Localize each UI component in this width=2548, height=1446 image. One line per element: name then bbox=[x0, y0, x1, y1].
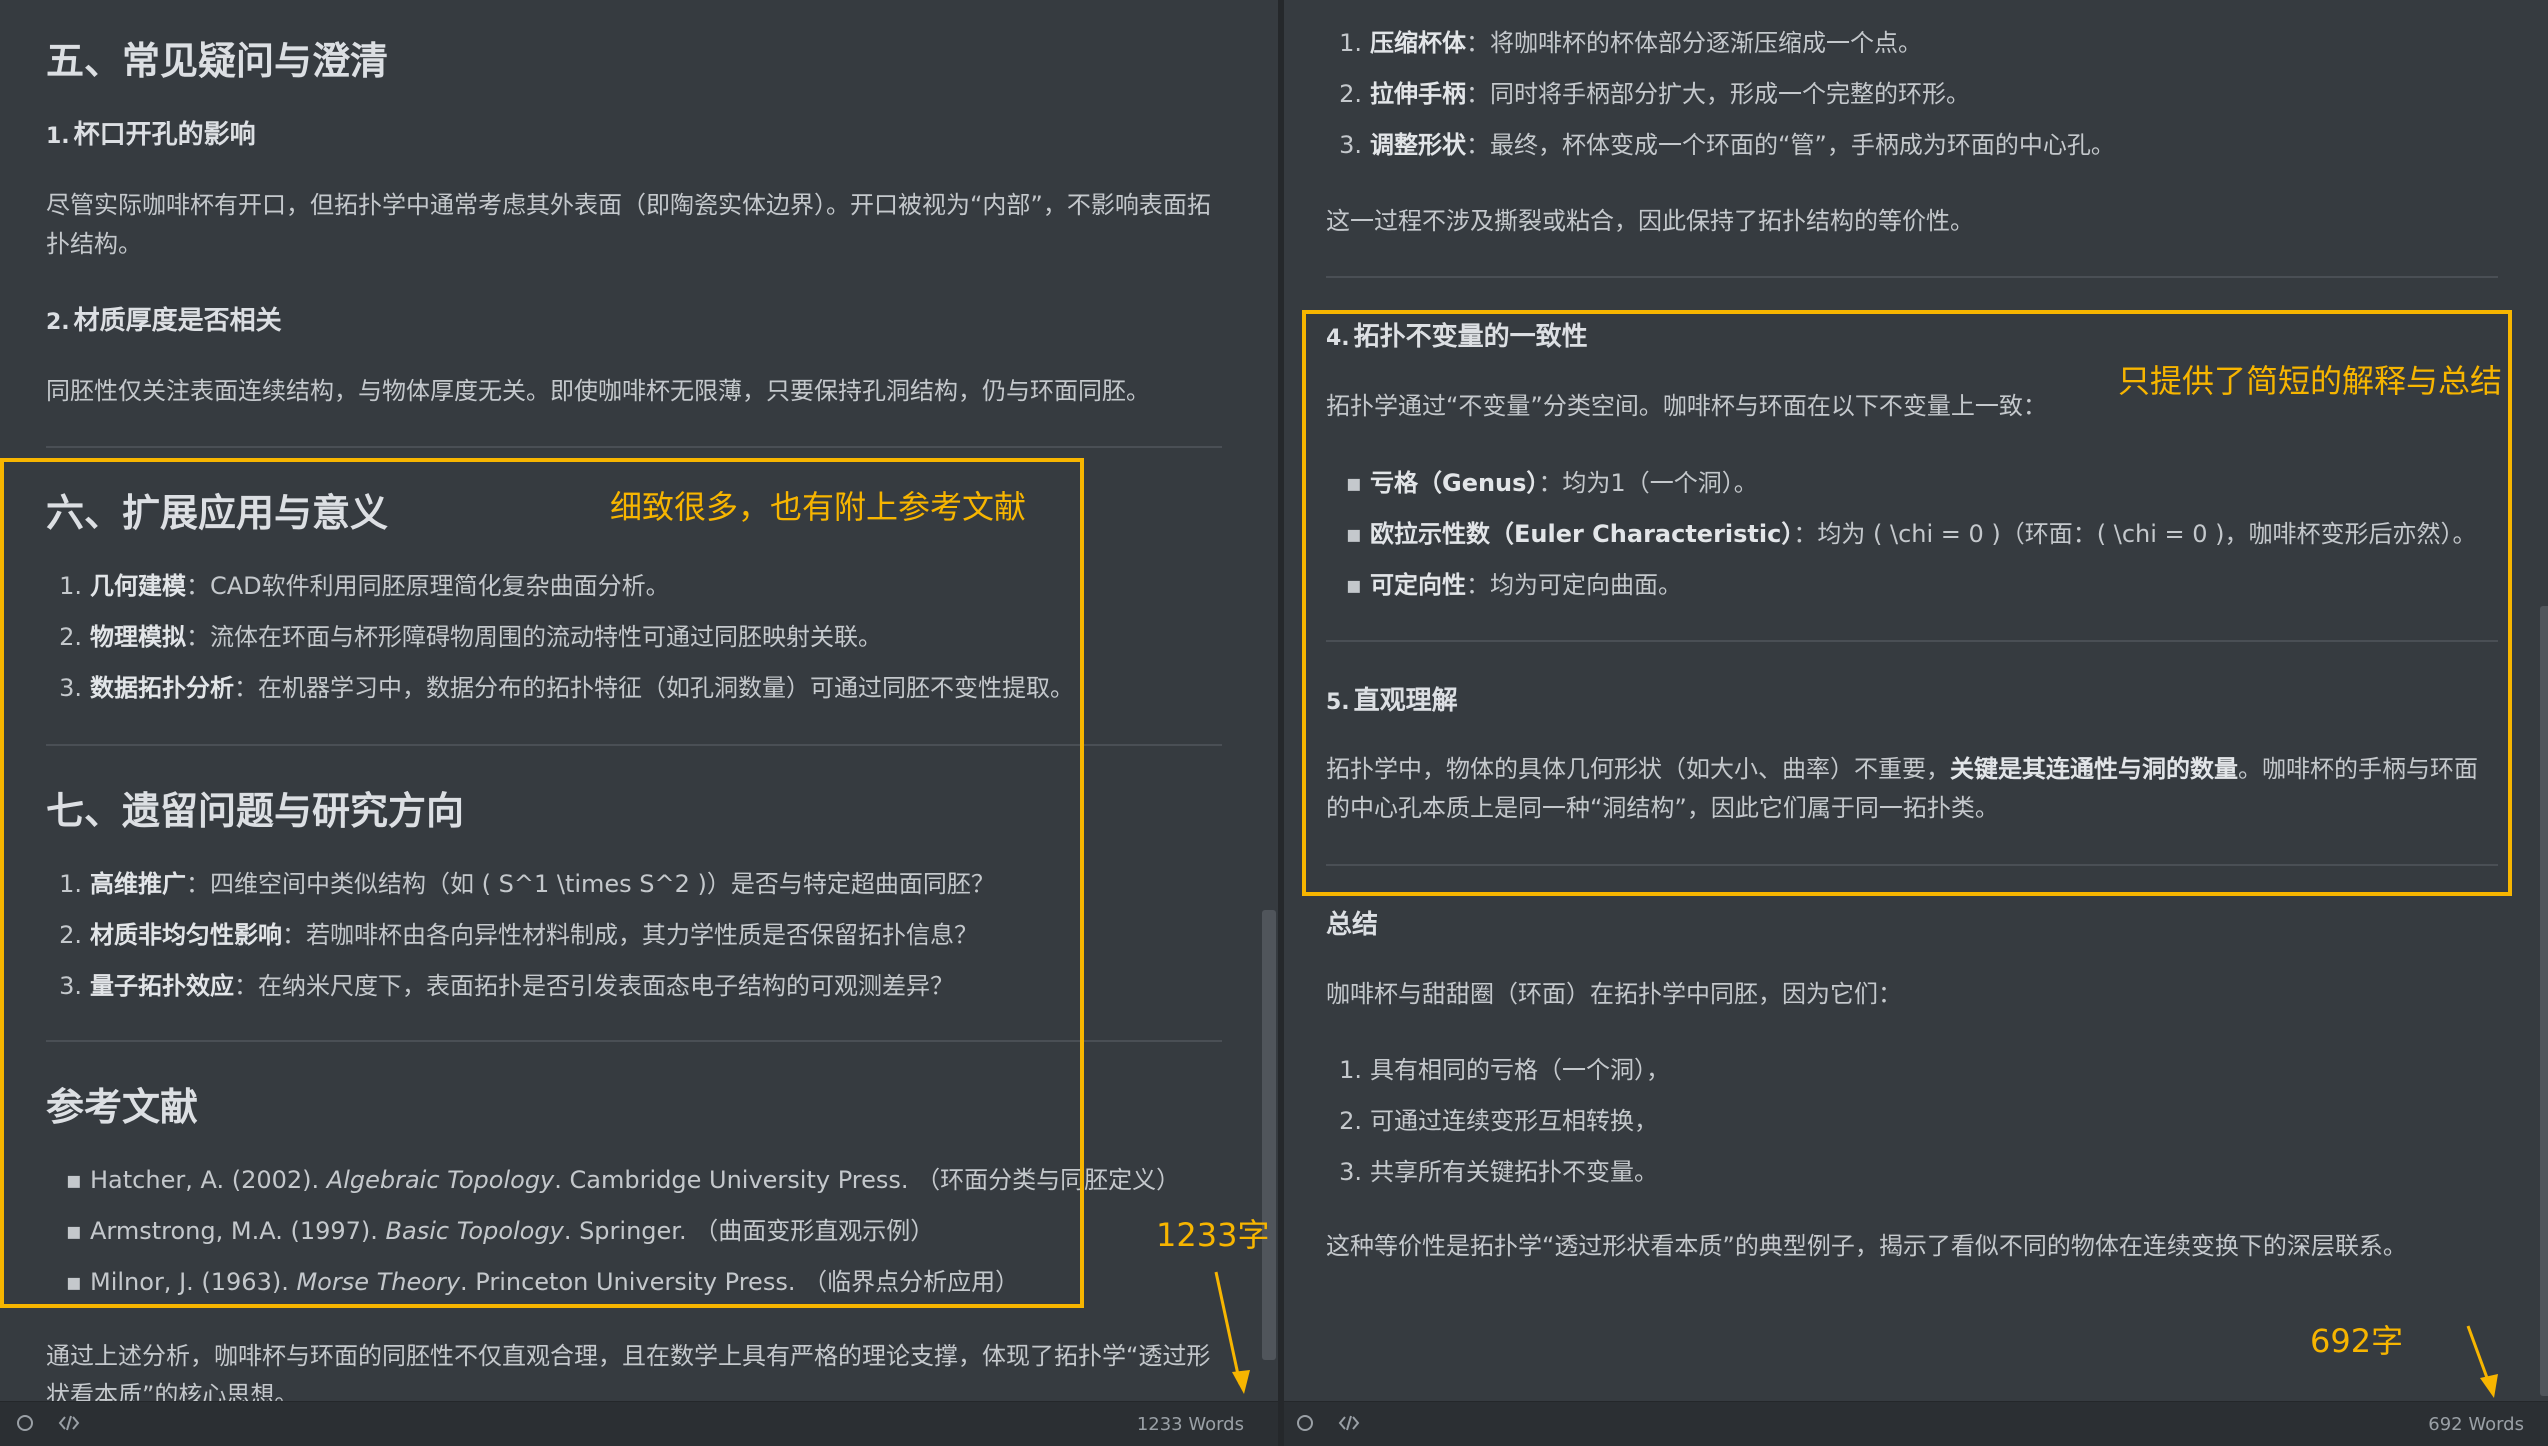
heading-q2: 2. 材质厚度是否相关 bbox=[46, 306, 282, 336]
annotation-label: 细致很多，也有附上参考文献 bbox=[610, 488, 1027, 526]
left-editor-pane[interactable]: 五、常见疑问与澄清 1. 杯口开孔的影响 尽管实际咖啡杯有开口，但拓扑学中通常考虑… bbox=[0, 0, 1278, 1446]
paragraph-summary-intro: 咖啡杯与甜甜圈（环面）在拓扑学中同胚，因为它们： bbox=[1326, 980, 1902, 1008]
annotation-box bbox=[0, 458, 1084, 1308]
list-item: 1. 压缩杯体：将咖啡杯的杯体部分逐渐压缩成一个点。 bbox=[1339, 29, 1922, 57]
word-count[interactable]: 692 Words bbox=[2428, 1414, 2524, 1435]
code-icon[interactable] bbox=[58, 1412, 80, 1434]
paragraph-q2: 同胚性仅关注表面连续结构，与物体厚度无关。即使咖啡杯无限薄，只要保持孔洞结构，仍… bbox=[46, 377, 1150, 405]
right-status-bar: 692 Words bbox=[1284, 1401, 2548, 1446]
code-icon[interactable] bbox=[1338, 1412, 1360, 1434]
circle-icon[interactable] bbox=[1294, 1412, 1316, 1434]
paragraph-steps-note: 这一过程不涉及撕裂或粘合，因此保持了拓扑结构的等价性。 bbox=[1326, 207, 1974, 235]
word-count[interactable]: 1233 Words bbox=[1137, 1414, 1244, 1435]
list-item: 2. 可通过连续变形互相转换， bbox=[1339, 1107, 1658, 1135]
annotation-label: 只提供了简短的解释与总结 bbox=[2118, 362, 2503, 400]
word-count-annotation: 1233字 bbox=[1156, 1216, 1270, 1254]
paragraph-q1: 尽管实际咖啡杯有开口，但拓扑学中通常考虑其外表面（即陶瓷实体边界）。开口被视为“… bbox=[46, 191, 1211, 258]
list-item: 1. 具有相同的亏格（一个洞）， bbox=[1339, 1056, 1670, 1084]
paragraph-summary-closing: 这种等价性是拓扑学“透过形状看本质”的典型例子，揭示了看似不同的物体在连续变换下… bbox=[1326, 1232, 2407, 1260]
heading-q1: 1. 杯口开孔的影响 bbox=[46, 120, 256, 150]
divider bbox=[46, 446, 1222, 448]
circle-icon[interactable] bbox=[14, 1412, 36, 1434]
list-item: 3. 共享所有关键拓扑不变量。 bbox=[1339, 1158, 1658, 1186]
scrollbar-thumb[interactable] bbox=[2540, 606, 2548, 1396]
arrow-icon bbox=[1214, 1271, 1250, 1394]
divider bbox=[1326, 276, 2498, 278]
scrollbar-thumb[interactable] bbox=[1262, 910, 1276, 1360]
heading-summary: 总结 bbox=[1326, 910, 1379, 940]
list-item: 3. 调整形状：最终，杯体变成一个环面的“管”，手柄成为环面的中心孔。 bbox=[1339, 131, 2115, 159]
list-item: 2. 拉伸手柄：同时将手柄部分扩大，形成一个完整的环形。 bbox=[1339, 80, 1970, 108]
list-summary: 1. 具有相同的亏格（一个洞）， 2. 可通过连续变形互相转换， 3. 共享所有关键拓… bbox=[1326, 1045, 2498, 1198]
left-status-bar: 1233 Words bbox=[0, 1401, 1278, 1446]
list-steps: 1. 压缩杯体：将咖啡杯的杯体部分逐渐压缩成一个点。 2. 拉伸手柄：同时将手柄部分… bbox=[1326, 18, 2498, 171]
right-editor-pane[interactable]: 1. 压缩杯体：将咖啡杯的杯体部分逐渐压缩成一个点。 2. 拉伸手柄：同时将手柄部分… bbox=[1284, 0, 2548, 1446]
arrow-icon bbox=[2466, 1325, 2498, 1398]
word-count-annotation: 692字 bbox=[2310, 1322, 2404, 1360]
heading-section-5: 五、常见疑问与澄清 bbox=[46, 39, 389, 83]
